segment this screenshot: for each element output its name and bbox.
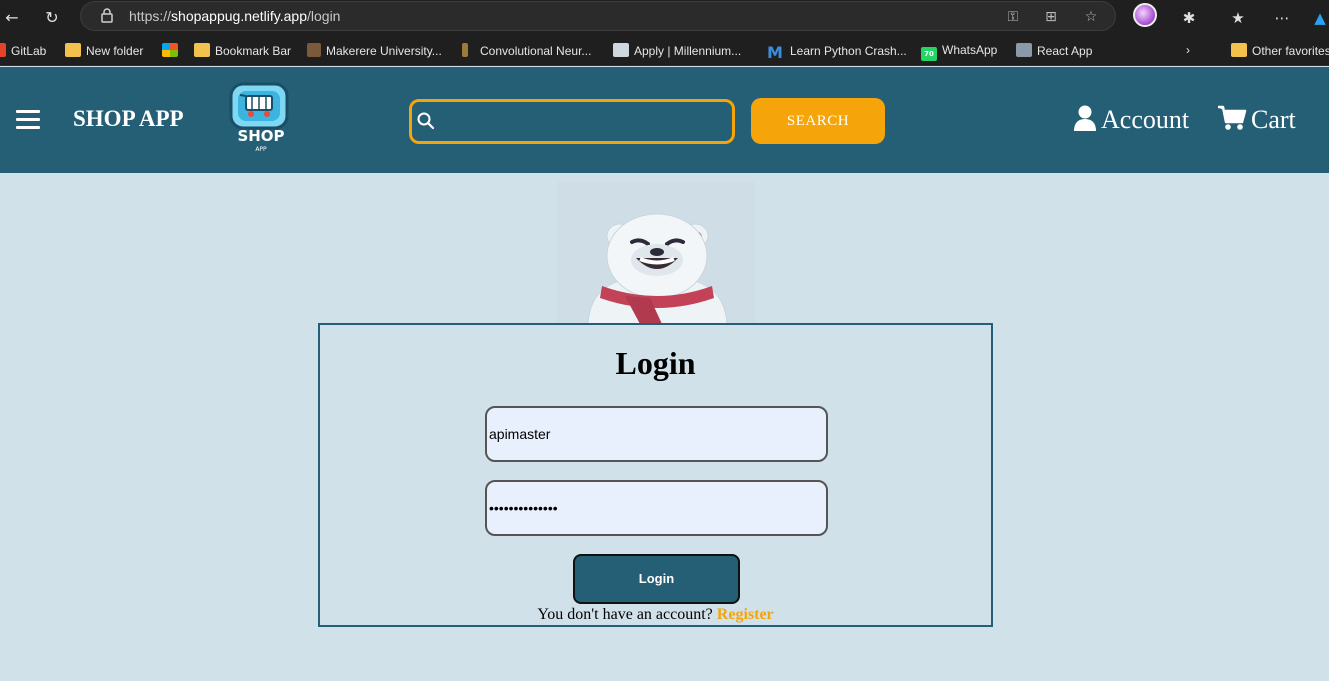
folder-icon	[1231, 43, 1247, 57]
no-account-text: You don't have an account?	[537, 606, 713, 623]
login-button[interactable]: Login	[573, 554, 740, 604]
lock-icon[interactable]	[97, 7, 117, 27]
logo-subtext: APP	[255, 146, 267, 153]
cart-icon	[1218, 105, 1247, 130]
cart-label: Cart	[1251, 105, 1296, 134]
bookmark-microsoft[interactable]	[162, 43, 183, 58]
register-link[interactable]: Register	[717, 606, 774, 623]
back-icon[interactable]: ←	[0, 6, 24, 30]
polar-bear-mascot	[580, 206, 735, 325]
folder-icon	[194, 43, 210, 57]
bookmark-other-favorites[interactable]: Other favorites	[1231, 43, 1329, 58]
bookmarks-bar: GitLab New folder Bookmark Bar Makerere …	[0, 36, 1329, 66]
profile-avatar[interactable]	[1133, 3, 1157, 27]
shop-app-logo[interactable]: SHOP APP	[228, 81, 294, 155]
gitlab-icon	[0, 43, 6, 57]
url-prefix: https://	[129, 8, 172, 24]
bookmark-convolutional[interactable]: Convolutional Neur...	[462, 43, 591, 58]
bookmark-bookmark-bar[interactable]: Bookmark Bar	[194, 43, 291, 58]
app-available-icon[interactable]: ⊞	[1041, 7, 1061, 27]
refresh-icon[interactable]: ↻	[40, 6, 64, 30]
logo-text: SHOP	[237, 127, 284, 145]
key-icon[interactable]: ⚿	[1003, 7, 1023, 27]
globe-icon	[613, 43, 629, 57]
bookmark-site-icon	[462, 43, 468, 57]
brand-name[interactable]: SHOP APP	[73, 106, 184, 132]
cart-link[interactable]: Cart	[1217, 105, 1296, 137]
globe-icon	[1016, 43, 1032, 57]
search-icon	[417, 112, 435, 130]
more-menu-icon[interactable]: ⋯	[1270, 6, 1294, 30]
password-field[interactable]	[485, 480, 828, 536]
search-box[interactable]	[409, 99, 735, 144]
bookmark-new-folder[interactable]: New folder	[65, 43, 143, 58]
url-path: /login	[307, 8, 341, 24]
login-card: Login Login You don't have an account? R…	[318, 323, 993, 627]
login-title: Login	[615, 345, 696, 381]
search-button[interactable]: SEARCH	[751, 98, 885, 144]
m-logo-icon: M	[767, 43, 783, 62]
url-text: https://shopappug.netlify.app/login	[129, 8, 340, 24]
favorites-icon[interactable]: ★	[1226, 6, 1250, 30]
app-header: SHOP APP SHOP APP SEARCH Account Cart	[0, 67, 1329, 173]
search-input[interactable]	[440, 106, 725, 138]
folder-icon	[65, 43, 81, 57]
hamburger-menu-icon[interactable]	[16, 110, 40, 130]
account-link[interactable]: Account	[1073, 105, 1189, 137]
whatsapp-icon: 70	[921, 47, 937, 61]
browser-toolbar: ← ↻ https://shopappug.netlify.app/login …	[0, 0, 1329, 36]
register-prompt: You don't have an account? Register	[320, 606, 991, 624]
makerere-icon	[307, 43, 321, 57]
user-icon	[1074, 105, 1096, 131]
bookmark-gitlab[interactable]: GitLab	[0, 43, 46, 58]
account-label: Account	[1101, 105, 1190, 134]
extensions-icon[interactable]: ✱	[1177, 6, 1201, 30]
address-bar[interactable]: https://shopappug.netlify.app/login ⚿ ⊞ …	[80, 1, 1116, 31]
bookmark-whatsapp[interactable]: 70 WhatsApp	[921, 43, 997, 61]
bookmark-learn-python[interactable]: M Learn Python Crash...	[767, 43, 907, 62]
bookmarks-overflow-chevron-icon[interactable]: ›	[1186, 43, 1190, 57]
bookmark-react-app[interactable]: React App	[1016, 43, 1092, 58]
bookmark-apply[interactable]: Apply | Millennium...	[613, 43, 741, 58]
favorite-star-icon[interactable]: ☆	[1081, 7, 1101, 27]
microsoft-icon	[162, 43, 178, 57]
url-host: shopappug.netlify.app	[171, 8, 307, 24]
username-field[interactable]	[485, 406, 828, 462]
bookmark-makerere[interactable]: Makerere University...	[307, 43, 442, 58]
copilot-icon[interactable]: ▲	[1308, 6, 1329, 30]
